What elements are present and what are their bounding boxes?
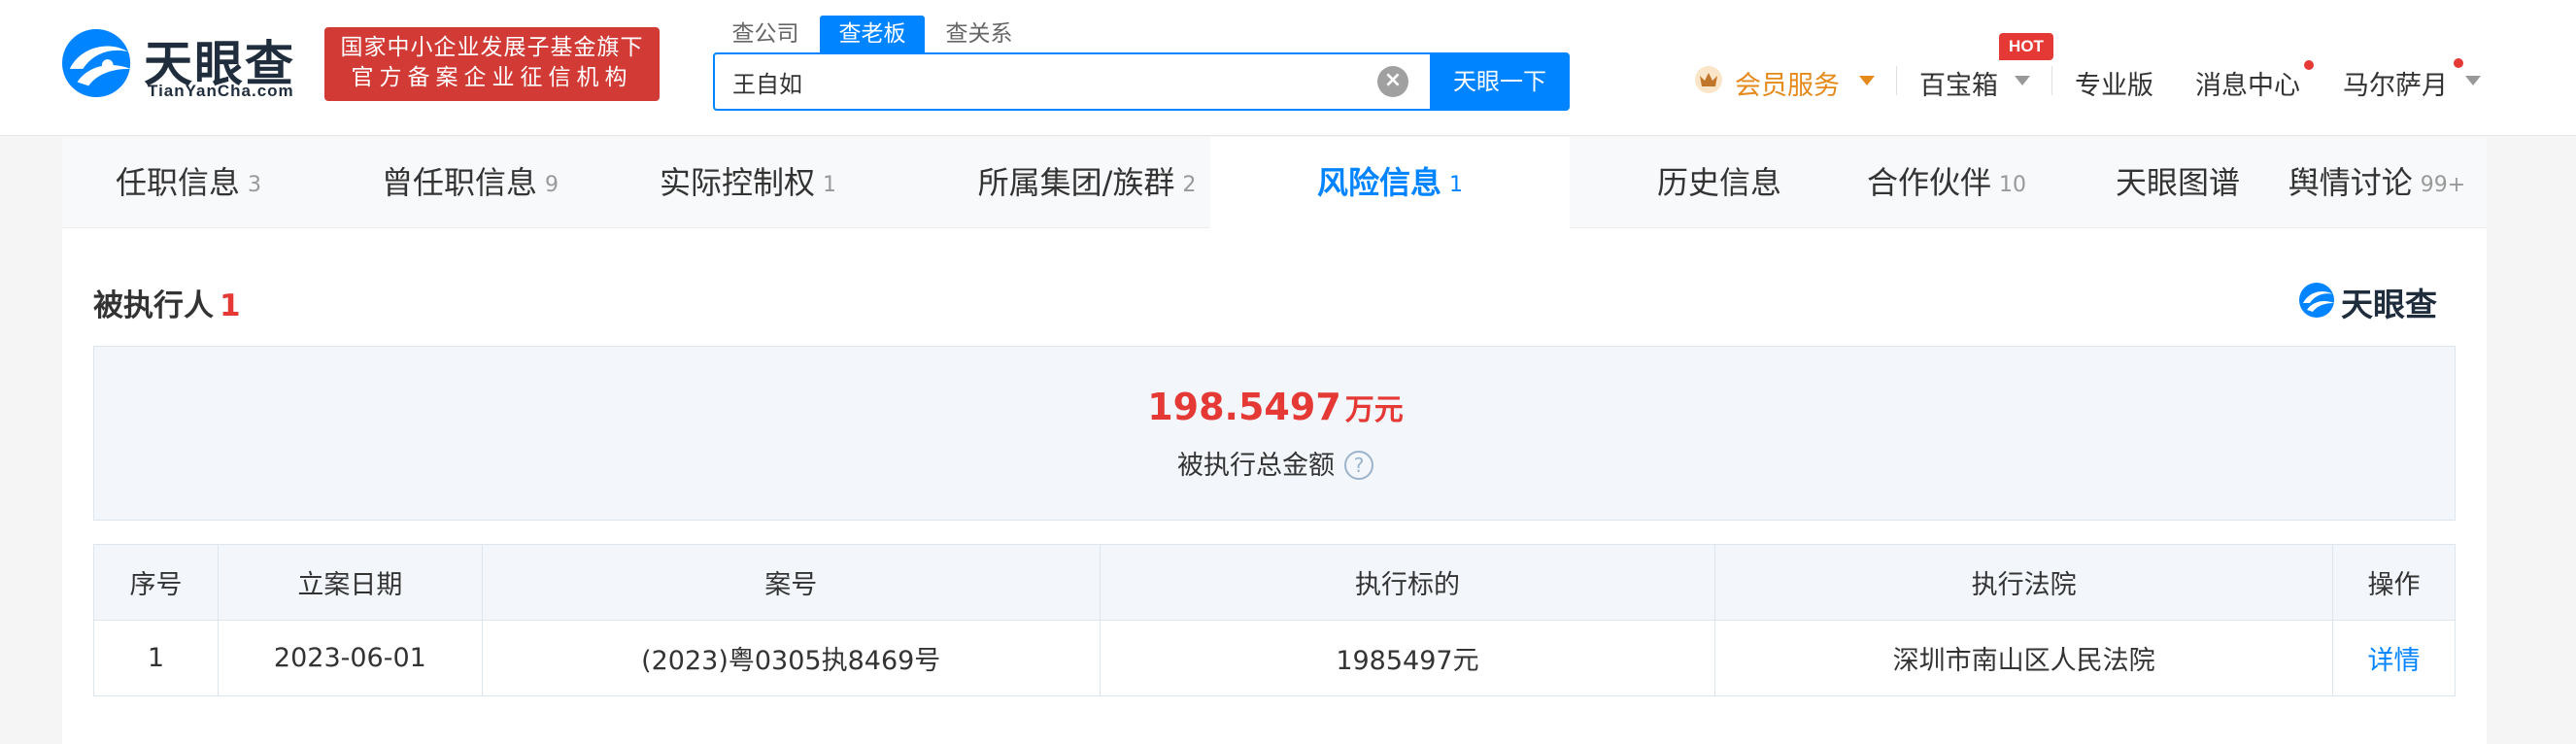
badge-line-2: 官方备案企业征信机构 (351, 65, 633, 90)
tab-current-positions[interactable]: 任职信息 3 (62, 137, 315, 228)
nav-divider (2051, 66, 2052, 95)
tab-label: 任职信息 (115, 164, 240, 201)
col-court: 执行法院 (1714, 544, 2334, 621)
vip-dropdown-icon[interactable] (1859, 76, 1875, 85)
eye-logo-icon (2299, 283, 2334, 318)
col-case-number: 案号 (481, 544, 1101, 621)
tab-group[interactable]: 所属集团/族群 2 (936, 137, 1237, 228)
crown-icon (1695, 66, 1722, 93)
tab-graph[interactable]: 天眼图谱 (2075, 137, 2288, 228)
amount-unit: 万元 (1344, 393, 1404, 427)
section-count: 1 (220, 288, 241, 323)
cell-case-number: (2023)粤0305执8469号 (481, 620, 1101, 696)
brand-text: 天眼查 (2341, 286, 2437, 323)
tab-label: 舆情讨论 (2288, 164, 2413, 201)
col-action: 操作 (2332, 544, 2456, 621)
top-header: 天眼查 TianYanCha.com 国家中小企业发展子基金旗下 官方备案企业征… (0, 0, 2576, 136)
user-notification-dot (2454, 58, 2463, 68)
col-execution-target: 执行标的 (1099, 544, 1716, 621)
profile-tabs: 任职信息 3 曾任职信息 9 实际控制权 1 所属集团/族群 2 风险信息 1 历史信息 … (62, 137, 2487, 228)
table-header-row: 序号 立案日期 案号 执行标的 执行法院 操作 (93, 544, 2456, 621)
tab-risk-info[interactable]: 风险信息 1 (1210, 137, 1570, 228)
vip-service-link[interactable]: 会员服务 (1735, 64, 1840, 102)
official-badge: 国家中小企业发展子基金旗下 官方备案企业征信机构 (324, 27, 660, 101)
execution-summary: 198.5497 万元 被执行总金额? (93, 346, 2456, 521)
tab-count: 9 (545, 173, 559, 197)
tab-label: 合作伙伴 (1866, 164, 1991, 201)
tab-count: 2 (1182, 173, 1197, 197)
message-notification-dot (2304, 60, 2314, 70)
amount-label-text: 被执行总金额 (1177, 451, 1335, 481)
help-icon[interactable]: ? (1344, 451, 1373, 480)
cell-execution-target: 1985497元 (1099, 620, 1716, 696)
tab-label: 所属集团/族群 (977, 164, 1175, 201)
tab-count: 3 (248, 173, 261, 197)
eye-logo-icon (62, 28, 131, 98)
search-tab-relation[interactable]: 查关系 (929, 16, 1030, 52)
search-input[interactable] (715, 54, 1429, 109)
amount-label: 被执行总金额? (94, 444, 2457, 482)
tab-label: 天眼图谱 (2115, 164, 2240, 201)
total-amount: 198.5497 万元 (94, 386, 2457, 428)
col-filing-date: 立案日期 (217, 544, 483, 621)
cell-index: 1 (93, 620, 219, 696)
tab-former-positions[interactable]: 曾任职信息 9 (344, 137, 596, 228)
tianyancha-logo[interactable]: 天眼查 TianYanCha.com (60, 25, 303, 103)
section-title: 被执行人 1 (93, 281, 241, 324)
tab-label: 实际控制权 (659, 164, 815, 201)
baobaoxiang-link[interactable]: 百宝箱 (1919, 64, 1998, 102)
user-name[interactable]: 马尔萨月 (2343, 64, 2448, 102)
cell-court: 深圳市南山区人民法院 (1714, 620, 2334, 696)
amount-value: 198.5497 (1147, 386, 1341, 428)
brand-watermark: 天眼查 (2298, 279, 2457, 323)
tab-public-opinion[interactable]: 舆情讨论 99+ (2267, 137, 2487, 228)
message-center-link[interactable]: 消息中心 (2195, 64, 2300, 102)
content-panel: 任职信息 3 曾任职信息 9 实际控制权 1 所属集团/族群 2 风险信息 1 历史信息 … (62, 137, 2487, 744)
search-tab-boss[interactable]: 查老板 (820, 16, 925, 52)
hot-badge: HOT (1999, 33, 2053, 60)
tab-count: 1 (1449, 173, 1463, 197)
pro-version-link[interactable]: 专业版 (2075, 64, 2153, 102)
search-box: × 天眼一下 (713, 52, 1570, 111)
logo-subtitle: TianYanCha.com (148, 82, 294, 100)
tab-actual-control[interactable]: 实际控制权 1 (622, 137, 874, 228)
tab-count: 1 (823, 173, 836, 197)
search-tab-company[interactable]: 查公司 (715, 16, 816, 52)
col-index: 序号 (93, 544, 219, 621)
tab-partners[interactable]: 合作伙伴 10 (1820, 137, 2073, 228)
tab-count: 10 (1999, 173, 2026, 197)
tab-count: 99+ (2420, 173, 2466, 197)
badge-line-1: 国家中小企业发展子基金旗下 (340, 35, 644, 60)
cell-filing-date: 2023-06-01 (217, 620, 483, 696)
clear-icon[interactable]: × (1377, 66, 1408, 97)
nav-divider (1896, 66, 1897, 95)
tab-label: 历史信息 (1656, 164, 1781, 201)
section-title-text: 被执行人 (93, 288, 214, 323)
executed-person-table: 序号 立案日期 案号 执行标的 执行法院 操作 1 2023-06-01 (20… (93, 544, 2456, 696)
table-row: 1 2023-06-01 (2023)粤0305执8469号 1985497元 … (93, 620, 2456, 696)
user-dropdown-icon[interactable] (2465, 76, 2481, 85)
tab-label: 风险信息 (1316, 164, 1441, 201)
tab-label: 曾任职信息 (381, 164, 537, 201)
baobaoxiang-dropdown-icon[interactable] (2015, 76, 2030, 85)
details-link[interactable]: 详情 (2332, 620, 2456, 696)
search-button[interactable]: 天眼一下 (1430, 52, 1570, 111)
